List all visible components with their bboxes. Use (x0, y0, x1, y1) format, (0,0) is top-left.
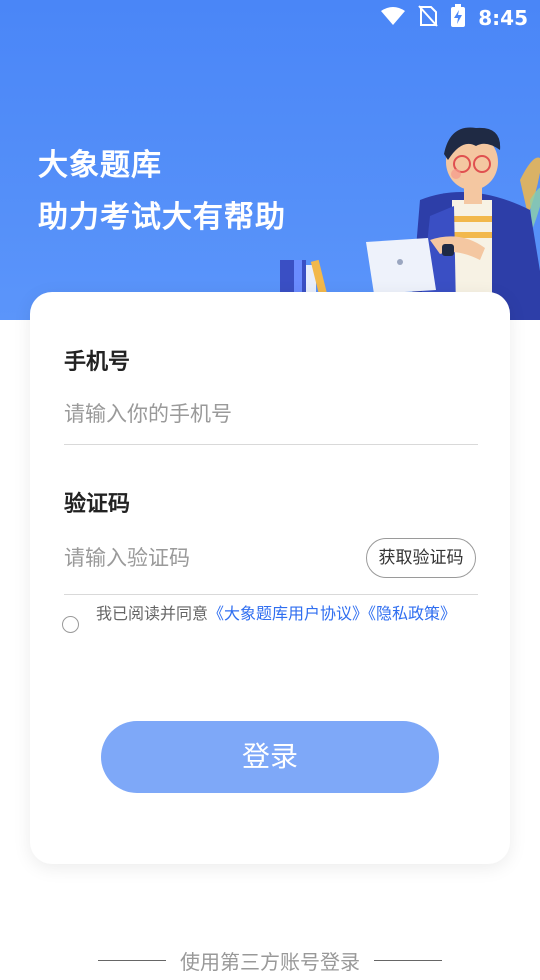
hero-banner: 8:45 大象题库 助力考试大有帮助 (0, 0, 540, 320)
status-bar: 8:45 (0, 0, 540, 36)
third-party-login: 使用第三方账号登录 (0, 940, 540, 980)
clock: 8:45 (478, 6, 528, 30)
hero-title-line1: 大象题库 (38, 148, 162, 183)
login-button[interactable]: 登录 (101, 721, 439, 793)
agreement-text: 我已阅读并同意《大象题库用户协议》《隐私政策》 (96, 604, 486, 624)
phone-divider (64, 444, 478, 445)
phone-label: 手机号 (64, 350, 131, 375)
hero-title-line2: 助力考试大有帮助 (38, 200, 286, 235)
student-laptop-illustration (280, 127, 540, 320)
battery-charging-icon (450, 4, 466, 32)
hero-title: 大象题库 助力考试大有帮助 (38, 140, 286, 244)
agree-checkbox[interactable] (62, 616, 79, 633)
privacy-policy-link[interactable]: 《隐私政策》 (368, 604, 456, 623)
login-card: 手机号 验证码 获取验证码 我已阅读并同意《大象题库用户协议》《隐私政策》 登录 (30, 292, 510, 864)
agreement-prefix: 我已阅读并同意 (96, 604, 209, 623)
get-code-button[interactable]: 获取验证码 (366, 538, 476, 578)
wifi-icon (380, 6, 406, 30)
user-agreement-link[interactable]: 《大象题库用户协议》 (208, 604, 368, 623)
no-sim-icon (418, 5, 438, 31)
third-party-login-label: 使用第三方账号登录 (180, 949, 360, 974)
phone-input[interactable] (64, 392, 476, 436)
code-input[interactable] (64, 536, 354, 580)
code-divider (64, 594, 478, 595)
code-label: 验证码 (64, 492, 131, 517)
